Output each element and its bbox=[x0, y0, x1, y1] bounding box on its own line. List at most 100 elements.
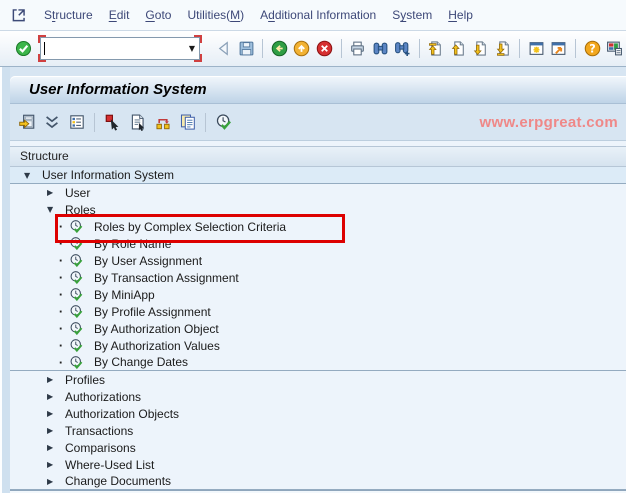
menu-item-goto[interactable]: Goto bbox=[137, 5, 179, 25]
select-block-icon[interactable] bbox=[100, 110, 125, 135]
copy-icon[interactable] bbox=[175, 110, 200, 135]
menu-item-utilities-m[interactable]: Utilities(M) bbox=[179, 5, 252, 25]
first-page-icon[interactable] bbox=[425, 37, 447, 60]
chevron-right-icon[interactable]: ▶ bbox=[47, 388, 59, 405]
sort-icon[interactable] bbox=[150, 110, 175, 135]
chevron-down-icon[interactable]: ▼ bbox=[24, 167, 36, 184]
tree-bullet: · bbox=[58, 354, 64, 370]
customize-layout-icon[interactable] bbox=[604, 37, 626, 60]
chevron-right-icon[interactable]: ▶ bbox=[47, 456, 59, 473]
save-icon[interactable] bbox=[235, 37, 257, 60]
command-dropdown-icon[interactable]: ▼ bbox=[184, 44, 199, 53]
chevron-right-icon[interactable]: ▶ bbox=[47, 439, 59, 456]
focus-corner bbox=[194, 54, 203, 62]
tree-header: Structure bbox=[10, 146, 626, 167]
execute-clock-icon[interactable] bbox=[69, 338, 85, 354]
other-object-icon[interactable] bbox=[14, 110, 39, 135]
chevron-right-icon[interactable]: ▶ bbox=[47, 371, 59, 388]
tree-row-profiles[interactable]: ▶ Profiles bbox=[10, 371, 626, 388]
tree-row-authorization-objects[interactable]: ▶ Authorization Objects bbox=[10, 405, 626, 422]
execute-clock-icon[interactable] bbox=[69, 236, 85, 252]
chevron-right-icon[interactable]: ▶ bbox=[47, 405, 59, 422]
next-page-icon[interactable] bbox=[470, 37, 492, 60]
tree-label: By User Assignment bbox=[94, 253, 203, 268]
left-margin bbox=[0, 67, 10, 493]
find-next-icon[interactable] bbox=[391, 37, 413, 60]
tree-row-comparisons[interactable]: ▶ Comparisons bbox=[10, 439, 626, 456]
tree-row-authorizations[interactable]: ▶ Authorizations bbox=[10, 388, 626, 405]
command-field: ▼ bbox=[38, 35, 203, 62]
toolbar-separator bbox=[94, 112, 95, 132]
chevron-down-icon[interactable]: ▼ bbox=[47, 201, 59, 218]
content-column: User Information System www.erpgreat.com… bbox=[10, 67, 626, 493]
help-icon[interactable]: ? bbox=[581, 37, 603, 60]
execute-clock-icon[interactable] bbox=[69, 219, 85, 235]
enter-icon[interactable] bbox=[12, 37, 34, 60]
list-display-icon[interactable] bbox=[64, 110, 89, 135]
cancel-circle-icon[interactable] bbox=[313, 37, 335, 60]
tree-label: User Information System bbox=[42, 168, 175, 182]
toolbar-separator bbox=[418, 39, 420, 58]
menu-item-additional-information[interactable]: Additional Information bbox=[252, 5, 384, 25]
back-circle-icon[interactable] bbox=[268, 37, 290, 60]
application-toolbar: www.erpgreat.com bbox=[10, 104, 626, 141]
tree-row-by-user-assignment[interactable]: · By User Assignment bbox=[10, 252, 626, 269]
tree-row-by-authorization-values[interactable]: · By Authorization Values bbox=[10, 337, 626, 354]
tree-row-by-role-name[interactable]: · By Role Name bbox=[10, 235, 626, 252]
print-icon[interactable] bbox=[346, 37, 368, 60]
svg-text:?: ? bbox=[589, 42, 595, 55]
execute-clock-icon[interactable] bbox=[69, 354, 85, 370]
chevron-right-icon[interactable]: ▶ bbox=[47, 184, 59, 201]
execute-clock-icon[interactable] bbox=[69, 304, 85, 320]
back-icon[interactable] bbox=[212, 37, 234, 60]
tree-bullet: · bbox=[58, 236, 64, 251]
tree-label: Transactions bbox=[65, 423, 134, 438]
menu-item-edit[interactable]: Edit bbox=[101, 5, 138, 25]
find-icon[interactable] bbox=[369, 37, 391, 60]
tree-row-change-documents[interactable]: ▶ Change Documents bbox=[10, 473, 626, 490]
main-area: User Information System www.erpgreat.com… bbox=[0, 67, 626, 493]
tree-row-where-used-list[interactable]: ▶ Where-Used List bbox=[10, 456, 626, 473]
create-shortcut-icon[interactable] bbox=[548, 37, 570, 60]
collapse-all-icon[interactable] bbox=[39, 110, 64, 135]
execute-clock-icon[interactable] bbox=[69, 270, 85, 286]
menu-item-help[interactable]: Help bbox=[440, 5, 481, 25]
tree-bullet: · bbox=[58, 321, 64, 336]
tree-label: By Transaction Assignment bbox=[94, 270, 239, 285]
tree-row-by-change-dates[interactable]: · By Change Dates bbox=[10, 354, 626, 371]
tree-panel: Structure ▼ User Information System ▶ User ▼… bbox=[10, 141, 626, 493]
tree-label: By MiniApp bbox=[94, 287, 155, 302]
tree-row-by-profile-assignment[interactable]: · By Profile Assignment bbox=[10, 303, 626, 320]
tree-label: By Role Name bbox=[94, 236, 172, 251]
menu-item-structure[interactable]: Structure bbox=[36, 5, 101, 25]
menu-item-system[interactable]: System bbox=[384, 5, 440, 25]
tree-row-by-miniapp[interactable]: · By MiniApp bbox=[10, 286, 626, 303]
menu-bar: Structure Edit Goto Utilities(M) Additional … bbox=[0, 0, 626, 31]
exit-circle-icon[interactable] bbox=[291, 37, 313, 60]
execute-clock-icon[interactable] bbox=[211, 110, 236, 135]
execute-clock-icon[interactable] bbox=[69, 253, 85, 269]
command-input[interactable] bbox=[45, 38, 185, 59]
tree-row-transactions[interactable]: ▶ Transactions bbox=[10, 422, 626, 439]
tree-row-roles[interactable]: ▼ Roles bbox=[10, 201, 626, 218]
tree-row-user[interactable]: ▶ User bbox=[10, 184, 626, 201]
tree-row-user-information-system[interactable]: ▼ User Information System bbox=[10, 167, 626, 184]
tree-label: User bbox=[65, 185, 91, 200]
tree-row-by-transaction-assignment[interactable]: · By Transaction Assignment bbox=[10, 269, 626, 286]
focus-corner bbox=[38, 35, 47, 43]
tree-label: By Authorization Values bbox=[94, 338, 220, 353]
execute-clock-icon[interactable] bbox=[69, 287, 85, 303]
new-session-icon[interactable] bbox=[525, 37, 547, 60]
last-page-icon[interactable] bbox=[492, 37, 514, 60]
page-title: User Information System bbox=[29, 81, 207, 98]
doc-select-icon[interactable] bbox=[125, 110, 150, 135]
prev-page-icon[interactable] bbox=[447, 37, 469, 60]
execute-clock-icon[interactable] bbox=[69, 321, 85, 337]
toolbar-separator bbox=[575, 39, 577, 58]
sap-system-menu-icon[interactable] bbox=[10, 6, 28, 24]
chevron-right-icon[interactable]: ▶ bbox=[47, 473, 59, 490]
tree-row-by-authorization-object[interactable]: · By Authorization Object bbox=[10, 320, 626, 337]
chevron-right-icon[interactable]: ▶ bbox=[47, 422, 59, 439]
tree-row-roles-by-complex-selection-criteria[interactable]: · Roles by Complex Selection Criteria bbox=[10, 214, 626, 243]
toolbar-separator bbox=[262, 39, 264, 58]
